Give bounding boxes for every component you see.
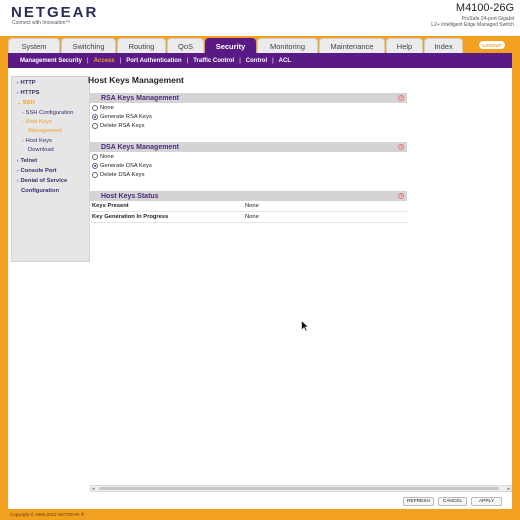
host-keys-status-section: Host Keys Status ? Keys Present None Key…: [89, 191, 407, 223]
product-subtitle-line2: L2+ Intelligent Edge Managed Switch: [431, 22, 514, 28]
sidebar-item-host-keys-download[interactable]: › Host Keys: [22, 138, 52, 144]
status-key: Key Generation In Progress: [92, 214, 169, 220]
arrow-icon: ›: [17, 178, 19, 183]
radio-button[interactable]: [92, 113, 98, 120]
status-row: Keys Present None: [89, 201, 407, 212]
dsa-option-delete[interactable]: Delete DSA Keys: [89, 170, 407, 179]
mouse-pointer-icon: [301, 320, 309, 332]
arrow-icon: ›: [22, 138, 24, 143]
subnav-separator: |: [119, 57, 122, 64]
section-header: Host Keys Status ?: [89, 191, 407, 201]
scroll-left-arrow-icon[interactable]: ◂: [92, 486, 95, 492]
radio-button[interactable]: [92, 171, 98, 178]
logo-tagline: Connect with Innovation™: [12, 20, 71, 26]
sidebar-item-host-keys-download-cont[interactable]: Download: [28, 147, 54, 153]
sidebar-item-denial-of-service[interactable]: › Denial of Service: [17, 178, 67, 184]
main-tabbar: System Switching Routing QoS Security Mo…: [8, 38, 512, 53]
tab-help[interactable]: Help: [386, 38, 423, 53]
radio-button[interactable]: [92, 122, 98, 129]
arrow-icon: ›: [17, 168, 19, 173]
sidebar-item-console-port[interactable]: › Console Port: [17, 168, 57, 174]
rsa-option-delete[interactable]: Delete RSA Keys: [89, 121, 407, 130]
subnav-access[interactable]: Access: [94, 58, 115, 64]
copyright-footer: Copyright © 1996-2012 NETGEAR ®: [10, 512, 85, 517]
arrow-icon: ›: [17, 158, 19, 163]
subnav-traffic-control[interactable]: Traffic Control: [193, 58, 234, 64]
subnav-control[interactable]: Control: [246, 58, 267, 64]
sidebar-item-ssh-configuration[interactable]: › SSH Configuration: [22, 110, 74, 116]
tab-maintenance[interactable]: Maintenance: [319, 38, 385, 53]
subnav: Management Security | Access | Port Auth…: [8, 53, 512, 68]
refresh-button[interactable]: REFRESH: [403, 497, 434, 506]
subnav-port-authentication[interactable]: Port Authentication: [126, 58, 181, 64]
sidebar-item-dos-configuration[interactable]: Configuration: [21, 188, 59, 194]
help-icon[interactable]: ?: [398, 193, 404, 199]
scrollbar-thumb[interactable]: [99, 487, 499, 490]
subnav-separator: |: [239, 57, 241, 64]
section-title: Host Keys Status: [101, 192, 159, 200]
tab-routing[interactable]: Routing: [117, 38, 166, 53]
tab-monitoring[interactable]: Monitoring: [257, 38, 318, 53]
radio-button[interactable]: [92, 104, 98, 111]
help-icon[interactable]: ?: [398, 144, 404, 150]
subnav-separator: |: [87, 57, 89, 64]
scroll-right-arrow-icon[interactable]: ▸: [507, 486, 510, 492]
arrow-icon: ›: [17, 90, 19, 95]
subnav-separator: |: [186, 57, 189, 64]
arrow-icon: ›: [22, 110, 24, 115]
sidebar-item-ssh[interactable]: ⌄ SSH: [17, 100, 35, 106]
rsa-option-none[interactable]: None: [89, 103, 407, 112]
section-title: RSA Keys Management: [101, 94, 179, 102]
status-key: Keys Present: [92, 203, 129, 209]
subnav-acl[interactable]: ACL: [279, 58, 291, 64]
model-name: M4100-26G: [455, 2, 514, 14]
tab-index[interactable]: Index: [424, 38, 463, 53]
dsa-keys-section: DSA Keys Management ? None Generate DSA …: [89, 142, 407, 179]
sidebar-item-https[interactable]: › HTTPS: [17, 90, 40, 96]
header: NETGEAR Connect with Innovation™ M4100-2…: [0, 0, 520, 36]
sidebar: › HTTP › HTTPS ⌄ SSH › SSH Configuration › Ho…: [11, 76, 90, 262]
sidebar-item-telnet[interactable]: › Telnet: [17, 158, 37, 164]
dsa-option-generate[interactable]: Generate DSA Keys: [89, 161, 407, 170]
apply-button[interactable]: APPLY: [471, 497, 502, 506]
arrow-icon: ›: [22, 119, 24, 124]
arrow-icon: ⌄: [17, 100, 21, 105]
tab-switching[interactable]: Switching: [61, 38, 116, 53]
status-value: None: [245, 203, 259, 209]
help-icon[interactable]: ?: [398, 95, 404, 101]
content-frame: › HTTP › HTTPS ⌄ SSH › SSH Configuration › Ho…: [8, 68, 512, 509]
rsa-keys-section: RSA Keys Management ? None Generate RSA …: [89, 93, 407, 130]
radio-button[interactable]: [92, 162, 98, 169]
horizontal-scrollbar[interactable]: ◂ ▸: [90, 485, 512, 492]
rsa-option-generate[interactable]: Generate RSA Keys: [89, 112, 407, 121]
subnav-separator: |: [272, 57, 274, 64]
logout-button[interactable]: LOGOUT: [478, 40, 506, 50]
arrow-icon: ›: [17, 80, 19, 85]
tab-security[interactable]: Security: [205, 38, 256, 53]
sidebar-item-host-keys-management-cont[interactable]: Management: [28, 128, 62, 134]
tab-system[interactable]: System: [8, 38, 60, 53]
sidebar-item-host-keys-management[interactable]: › Host Keys: [22, 119, 52, 125]
status-row: Key Generation In Progress None: [89, 212, 407, 223]
section-header: DSA Keys Management ?: [89, 142, 407, 152]
page-title: Host Keys Management: [88, 75, 184, 85]
action-bar: REFRESH CANCEL APPLY: [8, 495, 512, 509]
sidebar-item-http[interactable]: › HTTP: [17, 80, 36, 86]
netgear-logo: NETGEAR: [11, 4, 99, 21]
section-header: RSA Keys Management ?: [89, 93, 407, 103]
subnav-management-security[interactable]: Management Security: [20, 58, 82, 64]
radio-button[interactable]: [92, 153, 98, 160]
cancel-button[interactable]: CANCEL: [438, 497, 467, 506]
tab-qos[interactable]: QoS: [167, 38, 204, 53]
status-value: None: [245, 214, 259, 220]
dsa-option-none[interactable]: None: [89, 152, 407, 161]
section-title: DSA Keys Management: [101, 143, 179, 151]
